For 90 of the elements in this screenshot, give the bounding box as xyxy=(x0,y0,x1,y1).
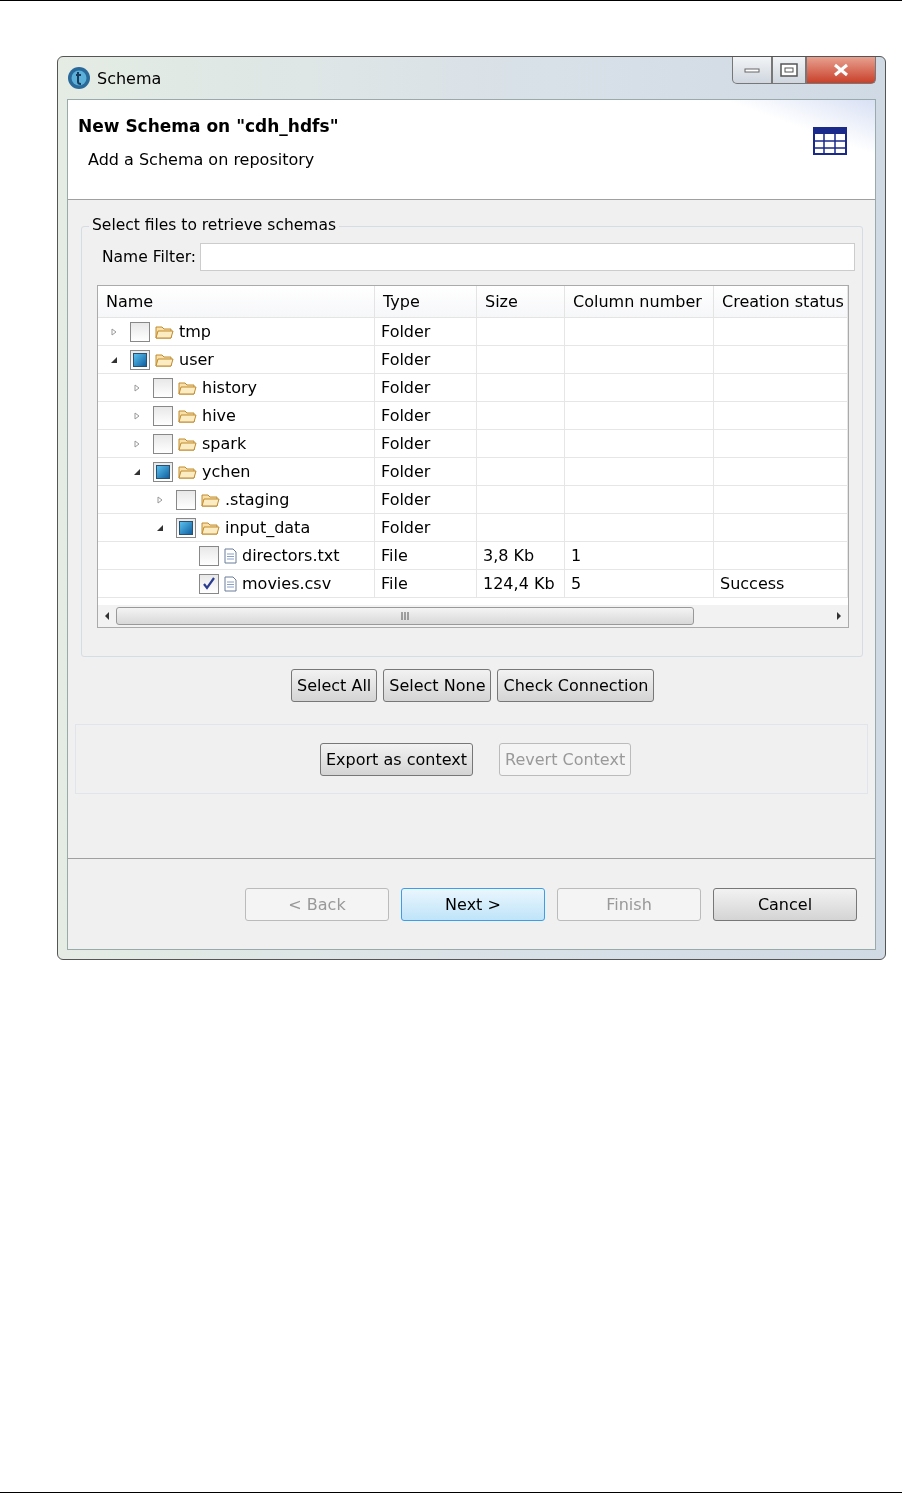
file-name: movies.csv xyxy=(242,574,332,593)
document-icon xyxy=(224,547,237,564)
tree-row-name[interactable]: movies.csv xyxy=(98,570,375,598)
table-icon xyxy=(813,127,847,155)
expand-arrow-icon[interactable] xyxy=(156,495,164,504)
tree-row-name[interactable]: tmp xyxy=(98,318,375,346)
folder-name: input_data xyxy=(225,518,311,537)
selection-button[interactable]: Select None xyxy=(383,669,492,702)
maximize-icon xyxy=(780,63,798,77)
context-button[interactable]: Export as context xyxy=(320,742,473,776)
table-cell: Folder xyxy=(375,402,477,430)
folder-name: hive xyxy=(202,406,236,425)
table-cell: 5 xyxy=(565,570,714,598)
table-cell: Folder xyxy=(375,458,477,486)
checkbox[interactable] xyxy=(153,377,173,398)
expand-arrow-icon[interactable] xyxy=(133,439,141,448)
column-header[interactable]: Size xyxy=(477,286,565,318)
folder-icon xyxy=(155,324,174,339)
tree-row-name[interactable]: hive xyxy=(98,402,375,430)
folder-name: .staging xyxy=(225,490,290,509)
table-cell: 124,4 Kb xyxy=(477,570,565,598)
table-cell: Success xyxy=(714,570,848,598)
scroll-left-icon[interactable] xyxy=(104,612,110,620)
table-cell: File xyxy=(375,570,477,598)
checkbox[interactable] xyxy=(199,573,219,594)
table-cell: 3,8 Kb xyxy=(477,542,565,570)
folder-name: ychen xyxy=(202,462,251,481)
name-filter-field[interactable] xyxy=(200,243,855,271)
minimize-icon xyxy=(744,67,760,73)
selection-button[interactable]: Select All xyxy=(291,669,378,702)
folder-icon xyxy=(155,352,174,367)
tree-row-name[interactable]: spark xyxy=(98,430,375,458)
wizard-title: New Schema on "cdh_hdfs" xyxy=(78,116,340,136)
table-cell: Folder xyxy=(375,514,477,542)
wizard-button[interactable]: Cancel xyxy=(713,887,857,921)
column-header[interactable]: Type xyxy=(375,286,477,318)
checkbox[interactable] xyxy=(176,517,196,538)
folder-icon xyxy=(178,380,197,395)
table-cell: File xyxy=(375,542,477,570)
selection-button[interactable]: Check Connection xyxy=(497,669,655,702)
table-cell: Folder xyxy=(375,346,477,374)
wizard-button[interactable]: Next > xyxy=(401,887,545,921)
table-cell: Folder xyxy=(375,486,477,514)
close-button[interactable] xyxy=(806,57,876,84)
file-name: directors.txt xyxy=(242,546,340,565)
checkbox[interactable] xyxy=(199,545,219,566)
folder-icon xyxy=(201,492,220,507)
checkbox[interactable] xyxy=(153,461,173,482)
maximize-button[interactable] xyxy=(772,57,806,84)
folder-icon xyxy=(178,464,197,479)
folder-name: spark xyxy=(202,434,247,453)
folder-name: tmp xyxy=(179,322,211,341)
table-cell: Folder xyxy=(375,374,477,402)
minimize-button[interactable] xyxy=(732,57,772,84)
folder-name: user xyxy=(179,350,214,369)
collapse-arrow-icon[interactable] xyxy=(110,355,118,364)
window-title: Schema xyxy=(97,68,162,88)
tree-row-name[interactable]: user xyxy=(98,346,375,374)
tree-row-name[interactable]: ychen xyxy=(98,458,375,486)
scrollbar-thumb[interactable] xyxy=(116,607,694,625)
table-cell: Folder xyxy=(375,318,477,346)
column-header[interactable]: Column number xyxy=(565,286,714,318)
scroll-right-icon[interactable] xyxy=(836,612,842,620)
checkbox[interactable] xyxy=(153,405,173,426)
checkbox[interactable] xyxy=(153,433,173,454)
column-header[interactable]: Name xyxy=(98,286,375,318)
filter-label: Name Filter: xyxy=(102,248,196,266)
close-icon xyxy=(832,63,850,77)
folder-icon xyxy=(178,408,197,423)
folder-icon xyxy=(201,520,220,535)
checkbox[interactable] xyxy=(130,321,150,342)
column-header[interactable]: Creation status xyxy=(714,286,848,318)
expand-arrow-icon[interactable] xyxy=(133,411,141,420)
app-logo-icon xyxy=(67,66,91,90)
tree-row-name[interactable]: input_data xyxy=(98,514,375,542)
tree-row-name[interactable]: history xyxy=(98,374,375,402)
folder-icon xyxy=(178,436,197,451)
folder-name: history xyxy=(202,378,258,397)
wizard-subtitle: Add a Schema on repository xyxy=(87,150,316,169)
table-cell: 1 xyxy=(565,542,714,570)
expand-arrow-icon[interactable] xyxy=(133,383,141,392)
expand-arrow-icon[interactable] xyxy=(110,327,118,336)
table-cell: Folder xyxy=(375,430,477,458)
collapse-arrow-icon[interactable] xyxy=(133,467,141,476)
tree-row-name[interactable]: directors.txt xyxy=(98,542,375,570)
document-icon xyxy=(224,575,237,592)
tree-row-name[interactable]: .staging xyxy=(98,486,375,514)
collapse-arrow-icon[interactable] xyxy=(156,523,164,532)
checkbox[interactable] xyxy=(130,349,150,370)
checkbox[interactable] xyxy=(176,489,196,510)
